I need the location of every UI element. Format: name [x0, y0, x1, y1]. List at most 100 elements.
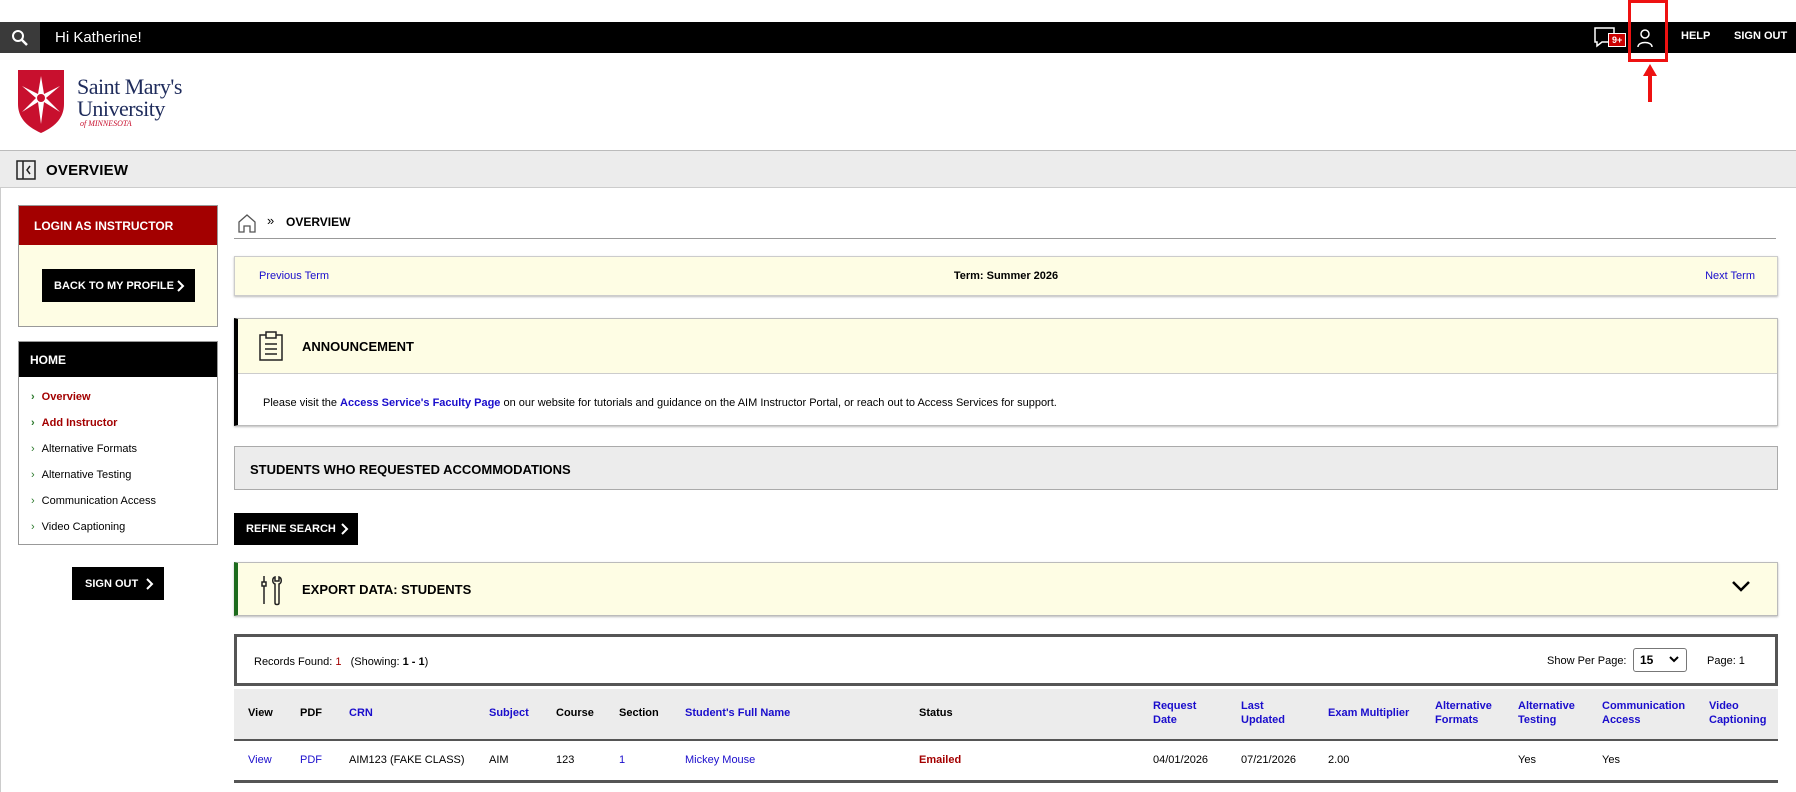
sidebar-item-label: Communication Access: [41, 495, 156, 507]
announcement-text-before: Please visit the: [263, 397, 341, 409]
col-request-date-l1: Request: [1153, 700, 1197, 712]
top-nav-bar: Hi Katherine! 9+ HELP SIGN OUT: [0, 22, 1796, 53]
chevron-right-icon: [146, 577, 154, 590]
col-video-captioning[interactable]: Video Captioning: [1709, 699, 1766, 727]
chevron-right-icon: ›: [31, 443, 35, 455]
search-button[interactable]: [0, 22, 40, 53]
col-student-name[interactable]: Student's Full Name: [685, 706, 790, 720]
sidebar-item-label: Overview: [41, 391, 91, 403]
chevron-right-icon: ›: [31, 417, 35, 429]
export-data-title: EXPORT DATA: STUDENTS: [302, 582, 472, 597]
back-to-profile-button[interactable]: BACK TO MY PROFILE: [42, 269, 195, 302]
col-comm-access[interactable]: Communication Access: [1602, 699, 1685, 727]
sidebar-item-alternative-formats[interactable]: › Alternative Formats: [31, 436, 217, 462]
sidebar-item-add-instructor[interactable]: › Add Instructor: [31, 410, 217, 436]
search-icon: [12, 29, 28, 46]
records-found-count: 1: [335, 656, 342, 668]
col-alt-formats-l1: Alternative: [1435, 700, 1492, 712]
student-name-link[interactable]: Mickey Mouse: [685, 754, 755, 766]
col-crn[interactable]: CRN: [349, 706, 373, 720]
term-navigator: Previous Term Term: Summer 2026 Next Ter…: [234, 256, 1778, 296]
sidebar-item-label: Alternative Formats: [41, 443, 138, 455]
col-view: View: [248, 707, 273, 719]
tools-icon: [261, 575, 282, 606]
cell-crn: AIM123 (FAKE CLASS): [349, 754, 465, 766]
col-comm-access-l2: Access: [1602, 714, 1641, 726]
top-signout-link[interactable]: SIGN OUT: [1734, 30, 1787, 42]
help-link[interactable]: HELP: [1681, 30, 1710, 42]
col-exam-multiplier[interactable]: Exam Multiplier: [1328, 706, 1409, 720]
announcement-text: Please visit the Access Service's Facult…: [238, 374, 1777, 409]
table-header: View PDF CRN Subject Course Section Stud…: [234, 689, 1778, 741]
cell-course: 123: [556, 754, 575, 766]
home-link[interactable]: [236, 212, 258, 237]
sidebar-item-alternative-testing[interactable]: › Alternative Testing: [31, 462, 217, 488]
sidebar-toggle-button[interactable]: [16, 160, 36, 183]
chevron-down-icon[interactable]: [1731, 579, 1751, 593]
col-video-captioning-l1: Video: [1709, 700, 1739, 712]
records-bar: Records Found: 1 (Showing: 1 - 1) Show P…: [234, 634, 1778, 686]
refine-search-label: REFINE SEARCH: [246, 523, 336, 535]
sidebar-item-label: Video Captioning: [41, 521, 126, 533]
announcement-panel: ANNOUNCEMENT Please visit the Access Ser…: [234, 318, 1778, 426]
per-page-select[interactable]: 15: [1633, 648, 1687, 672]
cell-exam-multiplier: 2.00: [1328, 754, 1350, 766]
col-alt-formats[interactable]: Alternative Formats: [1435, 699, 1492, 727]
col-status: Status: [919, 707, 953, 719]
col-last-updated-l2: Updated: [1241, 714, 1285, 726]
showing-range: 1 - 1: [402, 656, 425, 668]
home-nav-list: › Overview › Add Instructor › Alternative F…: [19, 377, 217, 540]
left-edge-line: [0, 150, 2, 792]
cell-request-date: 04/01/2026: [1153, 754, 1209, 766]
showing-suffix: ): [424, 656, 429, 668]
records-found: Records Found: 1 (Showing: 1 - 1): [254, 656, 428, 668]
clipboard-icon: [259, 331, 283, 361]
refine-search-button[interactable]: REFINE SEARCH: [234, 513, 358, 545]
per-page-label: Show Per Page:: [1547, 655, 1627, 667]
sidebar-signout-button[interactable]: SIGN OUT: [72, 567, 164, 600]
home-icon: [238, 214, 256, 233]
announcement-text-after: on our website for tutorials and guidanc…: [500, 397, 1057, 409]
students-section-header: STUDENTS WHO REQUESTED ACCOMMODATIONS: [234, 446, 1778, 490]
export-data-panel[interactable]: EXPORT DATA: STUDENTS: [234, 562, 1778, 616]
chevron-right-icon: ›: [31, 391, 35, 403]
announcement-title: ANNOUNCEMENT: [302, 339, 414, 354]
home-header: HOME: [19, 342, 217, 377]
sidebar-item-video-captioning[interactable]: › Video Captioning: [31, 514, 217, 540]
chevron-right-icon: ›: [31, 495, 35, 507]
breadcrumb: » OVERVIEW: [234, 210, 1776, 239]
cell-section-link[interactable]: 1: [619, 754, 625, 766]
cell-comm-access: Yes: [1602, 754, 1620, 766]
col-last-updated[interactable]: Last Updated: [1241, 699, 1285, 727]
highlight-box: [1628, 0, 1668, 62]
next-term-link[interactable]: Next Term: [1705, 270, 1755, 282]
sidebar-item-label: Add Instructor: [41, 417, 118, 429]
announcement-header: ANNOUNCEMENT: [238, 319, 1777, 374]
col-pdf: PDF: [300, 707, 322, 719]
sidebar-item-label: Alternative Testing: [41, 469, 132, 481]
col-subject[interactable]: Subject: [489, 706, 529, 720]
col-course: Course: [556, 707, 594, 719]
col-request-date-l2: Date: [1153, 714, 1177, 726]
showing-prefix: (Showing:: [350, 656, 400, 668]
greeting-text: Hi Katherine!: [55, 29, 142, 46]
faculty-page-link[interactable]: Access Service's Faculty Page: [340, 397, 500, 409]
per-page-value: 15: [1640, 653, 1654, 667]
sidebar-item-overview[interactable]: › Overview: [31, 384, 217, 410]
message-count-badge: 9+: [1608, 33, 1627, 47]
view-link[interactable]: View: [248, 754, 272, 766]
university-logo[interactable]: Saint Mary's University of MINNESOTA: [16, 68, 182, 137]
col-alt-testing-l2: Testing: [1518, 714, 1557, 726]
col-request-date[interactable]: Request Date: [1153, 699, 1196, 727]
sidebar-item-communication-access[interactable]: › Communication Access: [31, 488, 217, 514]
shield-logo-icon: [18, 70, 64, 133]
red-arrow-icon: [1643, 64, 1657, 102]
breadcrumb-current: OVERVIEW: [286, 215, 351, 229]
pdf-link[interactable]: PDF: [300, 754, 322, 766]
login-as-panel: LOGIN AS INSTRUCTOR BACK TO MY PROFILE: [18, 205, 218, 327]
sidebar-toggle-icon: [16, 160, 36, 180]
sidebar-signout-label: SIGN OUT: [85, 577, 139, 590]
breadcrumb-separator-icon: »: [267, 213, 275, 228]
col-alt-testing[interactable]: Alternative Testing: [1518, 699, 1575, 727]
students-section-title: STUDENTS WHO REQUESTED ACCOMMODATIONS: [250, 462, 571, 477]
